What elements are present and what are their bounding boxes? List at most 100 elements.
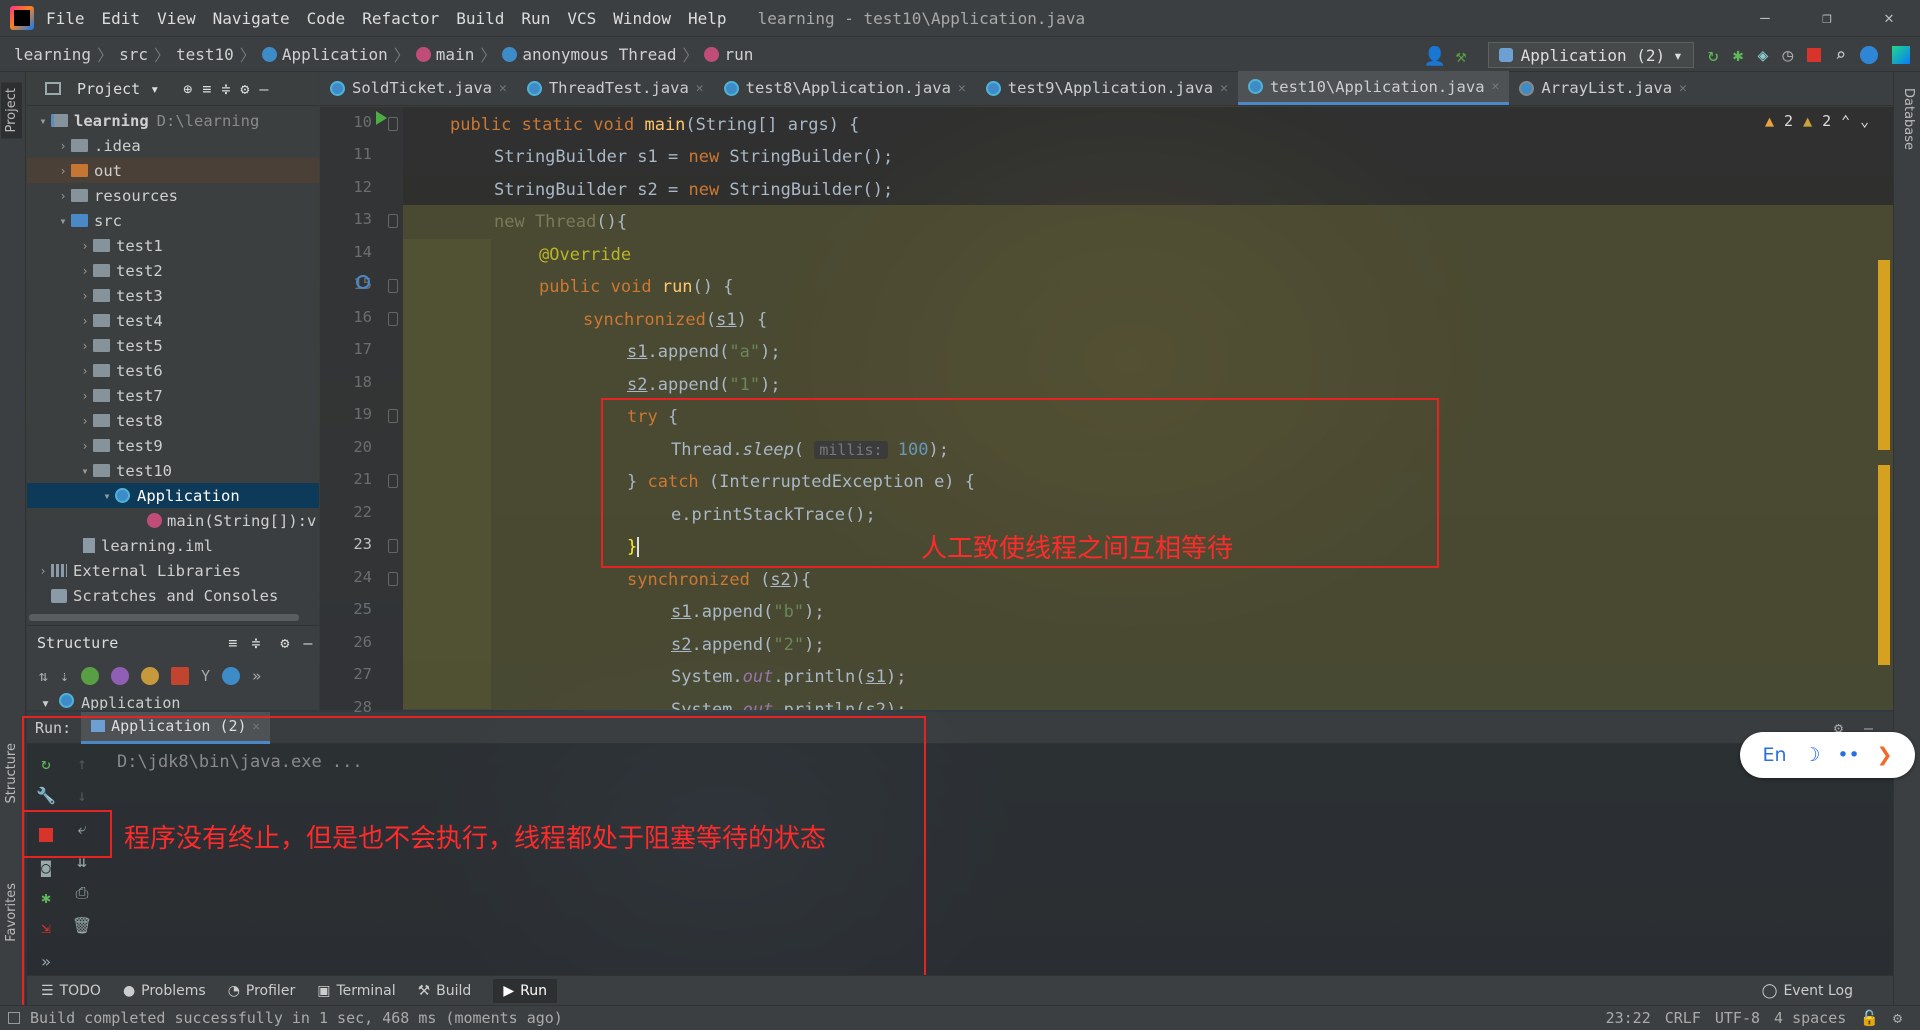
fold-marker-icon[interactable]	[388, 214, 398, 228]
ime-toolbar[interactable]: En ☽ •• ❯	[1740, 732, 1915, 778]
tab-todo[interactable]: ☰ TODO	[41, 983, 101, 999]
coverage-icon[interactable]: ◈	[1757, 45, 1768, 66]
minimize-button[interactable]: —	[1734, 0, 1796, 36]
menu-code[interactable]: Code	[307, 9, 346, 28]
override-gutter-icon[interactable]	[356, 275, 370, 289]
collapse-all-icon[interactable]: ≑	[251, 634, 260, 652]
caret-position[interactable]: 23:22	[1606, 1009, 1651, 1027]
menu-run[interactable]: Run	[521, 9, 550, 28]
menu-vcs[interactable]: VCS	[567, 9, 596, 28]
project-side-tab[interactable]: Project	[1, 82, 22, 139]
tab-problems[interactable]: ● Problems	[123, 983, 206, 999]
close-icon[interactable]: ✕	[1679, 81, 1687, 96]
tree-item-test3[interactable]: › test3	[27, 283, 319, 308]
structure-side-tab[interactable]: Structure	[1, 737, 22, 809]
chevron-up-icon[interactable]: ⌃	[1841, 112, 1850, 130]
tree-item-test8[interactable]: › test8	[27, 408, 319, 433]
maximize-button[interactable]: ❐	[1796, 0, 1858, 36]
tab-test8-application[interactable]: test8\Application.java ✕	[714, 71, 976, 105]
collapse-all-icon[interactable]: ≑	[221, 80, 230, 98]
tree-item-test1[interactable]: › test1	[27, 233, 319, 258]
tree-item-test2[interactable]: › test2	[27, 258, 319, 283]
show-lambdas-icon[interactable]: Y	[201, 667, 210, 685]
menu-file[interactable]: File	[46, 9, 85, 28]
chevron-down-icon[interactable]: ⌄	[1860, 112, 1869, 130]
debug-icon[interactable]: ✱	[1733, 45, 1744, 66]
expand-all-icon[interactable]: ≡	[228, 634, 237, 652]
close-icon[interactable]: ✕	[1492, 79, 1500, 94]
fold-marker-icon[interactable]	[388, 279, 398, 293]
run-gutter-icon[interactable]	[376, 111, 387, 125]
menu-navigate[interactable]: Navigate	[213, 9, 290, 28]
toggle-tool-windows-icon[interactable]	[8, 1012, 20, 1024]
menu-build[interactable]: Build	[456, 9, 504, 28]
tab-terminal[interactable]: ▣ Terminal	[317, 983, 395, 999]
fold-marker-icon[interactable]	[388, 117, 398, 131]
breadcrumb-method[interactable]: main	[436, 45, 475, 64]
menu-refactor[interactable]: Refactor	[362, 9, 439, 28]
moon-icon[interactable]: ☽	[1803, 744, 1820, 766]
inspection-widget[interactable]: ▲ 2 ▲ 2 ⌃ ⌄	[1765, 112, 1869, 130]
favorites-side-tab[interactable]: Favorites	[1, 877, 22, 948]
breadcrumb-anon[interactable]: anonymous Thread	[522, 45, 676, 64]
show-properties-icon[interactable]	[111, 667, 130, 685]
fold-marker-icon[interactable]	[388, 539, 398, 553]
scrollbar-marker[interactable]	[1878, 465, 1890, 665]
run-config-select[interactable]: Application (2) ▾	[1487, 42, 1694, 68]
fold-marker-icon[interactable]	[388, 474, 398, 488]
breadcrumb-run[interactable]: run	[724, 45, 753, 64]
update-icon[interactable]	[1860, 46, 1878, 64]
tree-item-idea[interactable]: › .idea	[27, 133, 319, 158]
fold-marker-icon[interactable]	[388, 312, 398, 326]
scrollbar-marker[interactable]	[1878, 260, 1890, 450]
ime-language[interactable]: En	[1762, 744, 1786, 766]
tree-item-test5[interactable]: › test5	[27, 333, 319, 358]
indent-setting[interactable]: 4 spaces	[1774, 1009, 1846, 1027]
database-side-tab[interactable]: Database	[1898, 82, 1919, 156]
event-log-button[interactable]: ◯ Event Log	[1762, 983, 1853, 999]
gear-icon[interactable]: ⚙	[280, 634, 289, 652]
show-non-public-icon[interactable]	[171, 667, 190, 685]
tree-item-resources[interactable]: › resources	[27, 183, 319, 208]
tree-item-test10[interactable]: ▾ test10	[27, 458, 319, 483]
line-separator[interactable]: CRLF	[1665, 1009, 1701, 1027]
fold-marker-icon[interactable]	[388, 409, 398, 423]
tree-item-test6[interactable]: › test6	[27, 358, 319, 383]
tree-item-test4[interactable]: › test4	[27, 308, 319, 333]
profile-icon[interactable]: ◷	[1782, 45, 1793, 66]
fold-marker-icon[interactable]	[388, 572, 398, 586]
build-hammer-icon[interactable]: ⚒	[1456, 46, 1474, 67]
settings-icon[interactable]: ⚙	[1893, 1009, 1902, 1027]
menu-view[interactable]: View	[157, 9, 196, 28]
rerun-icon[interactable]: ↻	[1708, 45, 1719, 66]
toolbox-icon[interactable]	[1892, 46, 1910, 64]
tree-item-out[interactable]: › out	[27, 158, 319, 183]
breadcrumb-src[interactable]: src	[119, 45, 148, 64]
tab-threadtest[interactable]: ThreadTest.java ✕	[517, 71, 714, 105]
horizontal-scrollbar[interactable]	[29, 614, 299, 621]
menu-window[interactable]: Window	[613, 9, 671, 28]
gear-icon[interactable]: ⚙	[240, 80, 249, 98]
close-icon[interactable]: ✕	[958, 81, 966, 96]
show-inherited-icon[interactable]	[81, 667, 100, 685]
status-message[interactable]: Build completed successfully in 1 sec, 4…	[30, 1009, 563, 1027]
tab-test10-application[interactable]: test10\Application.java ✕	[1237, 71, 1510, 105]
search-icon[interactable]: ⌕	[1835, 45, 1846, 66]
breadcrumb-project[interactable]: learning	[14, 45, 91, 64]
project-panel-title[interactable]: Project	[77, 80, 140, 98]
more-icon[interactable]: »	[252, 667, 261, 685]
tab-run[interactable]: ▶ Run	[493, 978, 557, 1003]
tree-item-iml[interactable]: learning.iml	[27, 533, 319, 558]
locate-icon[interactable]: ⊕	[183, 80, 192, 98]
breadcrumb-class[interactable]: Application	[282, 45, 388, 64]
lock-icon[interactable]: 🔓	[1860, 1009, 1879, 1027]
tab-arraylist[interactable]: ArrayList.java ✕	[1509, 71, 1696, 105]
close-window-button[interactable]: ✕	[1858, 0, 1920, 36]
chevron-right-icon[interactable]: ❯	[1877, 744, 1893, 766]
tab-soldticket[interactable]: SoldTicket.java ✕	[320, 71, 517, 105]
show-anonymous-icon[interactable]	[222, 667, 241, 685]
tree-item-application[interactable]: ▾ Application	[27, 483, 319, 508]
show-fields-icon[interactable]	[141, 667, 160, 685]
close-icon[interactable]: ✕	[1220, 81, 1228, 96]
tree-item-test7[interactable]: › test7	[27, 383, 319, 408]
